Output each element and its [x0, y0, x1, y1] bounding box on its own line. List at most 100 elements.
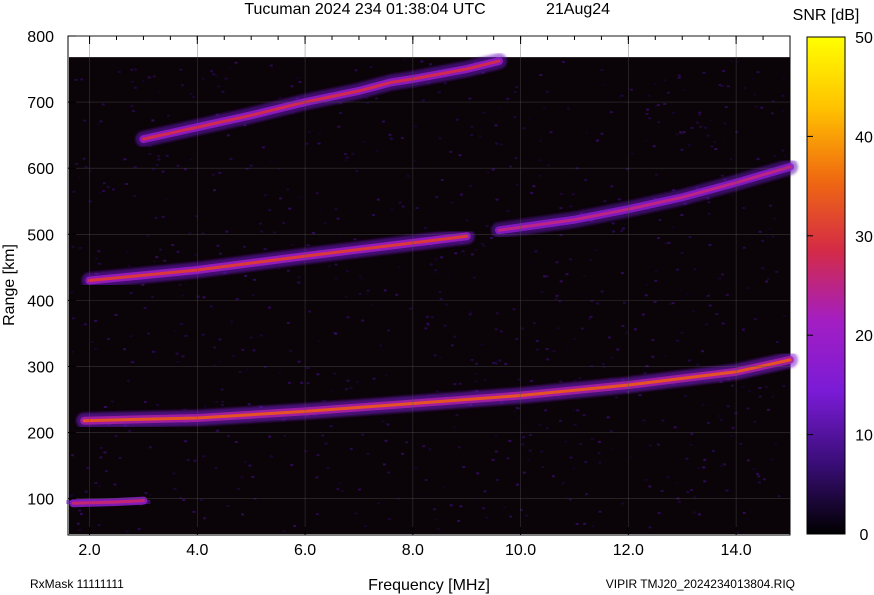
noise-cell [439, 297, 443, 300]
noise-cell [629, 88, 633, 91]
plot-area: 2.0 4.0 6.0 8.0 10.0 12.0 14.0 100 200 300 400 500… [27, 29, 798, 559]
noise-cell [457, 446, 461, 449]
noise-cell [708, 304, 712, 307]
colorbar-tick-label: 0 [860, 527, 869, 544]
noise-cell [480, 242, 484, 245]
noise-cell [494, 362, 498, 365]
noise-cell [78, 246, 82, 249]
x-tick-label: 4.0 [186, 542, 208, 559]
noise-cell [339, 112, 343, 114]
noise-cell [344, 159, 348, 162]
noise-cell [720, 464, 723, 467]
noise-cell [460, 193, 463, 196]
noise-cell [437, 91, 441, 94]
noise-cell [293, 525, 297, 528]
noise-cell [476, 472, 480, 475]
noise-cell [756, 158, 760, 161]
noise-cell [506, 97, 510, 100]
noise-cell [600, 69, 604, 71]
noise-cell [94, 319, 98, 322]
noise-cell [130, 104, 134, 107]
noise-cell [564, 440, 568, 443]
noise-cell [389, 137, 393, 140]
noise-cell [295, 61, 299, 64]
noise-cell [525, 514, 529, 517]
colorbar-tick-label: 30 [855, 229, 873, 246]
noise-cell [472, 276, 476, 279]
noise-cell [289, 349, 293, 352]
noise-cell [216, 429, 219, 432]
noise-cell [71, 454, 75, 457]
noise-cell [739, 442, 743, 445]
noise-cell [156, 403, 159, 406]
noise-cell [75, 163, 79, 166]
noise-cell [651, 355, 655, 358]
noise-cell [361, 433, 365, 436]
noise-cell [680, 331, 684, 334]
noise-cell [268, 435, 272, 438]
noise-cell [606, 416, 610, 419]
noise-cell [238, 371, 242, 373]
noise-cell [741, 386, 745, 388]
noise-cell [687, 144, 691, 147]
noise-cell [758, 230, 762, 233]
noise-cell [707, 201, 711, 204]
noise-cell [539, 74, 543, 76]
noise-cell [159, 248, 163, 251]
noise-cell [756, 472, 760, 475]
noise-cell [189, 158, 193, 161]
noise-cell [183, 168, 187, 171]
noise-cell [596, 139, 599, 142]
noise-cell [572, 409, 576, 412]
noise-cell [751, 77, 755, 80]
noise-cell [571, 467, 575, 470]
noise-cell [720, 174, 724, 177]
noise-cell [723, 463, 726, 466]
noise-cell [761, 239, 765, 242]
noise-cell [443, 324, 447, 327]
noise-cell [308, 310, 312, 313]
noise-cell [226, 134, 230, 137]
noise-cell [440, 256, 444, 259]
noise-cell [731, 384, 734, 387]
noise-cell [369, 65, 373, 68]
noise-cell [424, 327, 428, 330]
noise-cell [625, 331, 628, 334]
noise-cell [468, 313, 472, 316]
noise-cell [675, 133, 679, 136]
noise-cell [214, 467, 218, 470]
noise-cell [695, 121, 699, 124]
noise-cell [752, 468, 756, 471]
noise-cell [657, 443, 660, 446]
noise-cell [409, 307, 412, 310]
noise-cell [489, 237, 493, 239]
noise-cell [366, 289, 370, 292]
noise-cell [353, 238, 357, 241]
noise-cell [561, 61, 565, 63]
noise-cell [355, 380, 359, 383]
noise-cell [565, 496, 569, 499]
noise-cell [71, 350, 75, 353]
noise-cell [723, 141, 726, 144]
noise-cell [753, 318, 757, 321]
noise-cell [178, 283, 182, 286]
noise-cell [758, 395, 762, 398]
noise-cell [576, 433, 580, 435]
noise-cell [666, 91, 670, 94]
noise-cell [583, 522, 587, 525]
noise-cell [648, 526, 652, 529]
noise-cell [722, 70, 726, 72]
noise-cell [336, 217, 340, 220]
noise-cell [323, 222, 327, 225]
noise-cell [545, 348, 549, 350]
noise-cell [429, 63, 433, 66]
noise-cell [633, 328, 637, 331]
noise-cell [152, 260, 156, 263]
noise-cell [721, 273, 725, 276]
noise-cell [306, 244, 310, 247]
y-tick-label: 300 [27, 359, 54, 376]
noise-cell [71, 245, 75, 248]
noise-cell [752, 93, 756, 96]
noise-cell [711, 450, 715, 452]
y-tick-label: 100 [27, 492, 54, 509]
